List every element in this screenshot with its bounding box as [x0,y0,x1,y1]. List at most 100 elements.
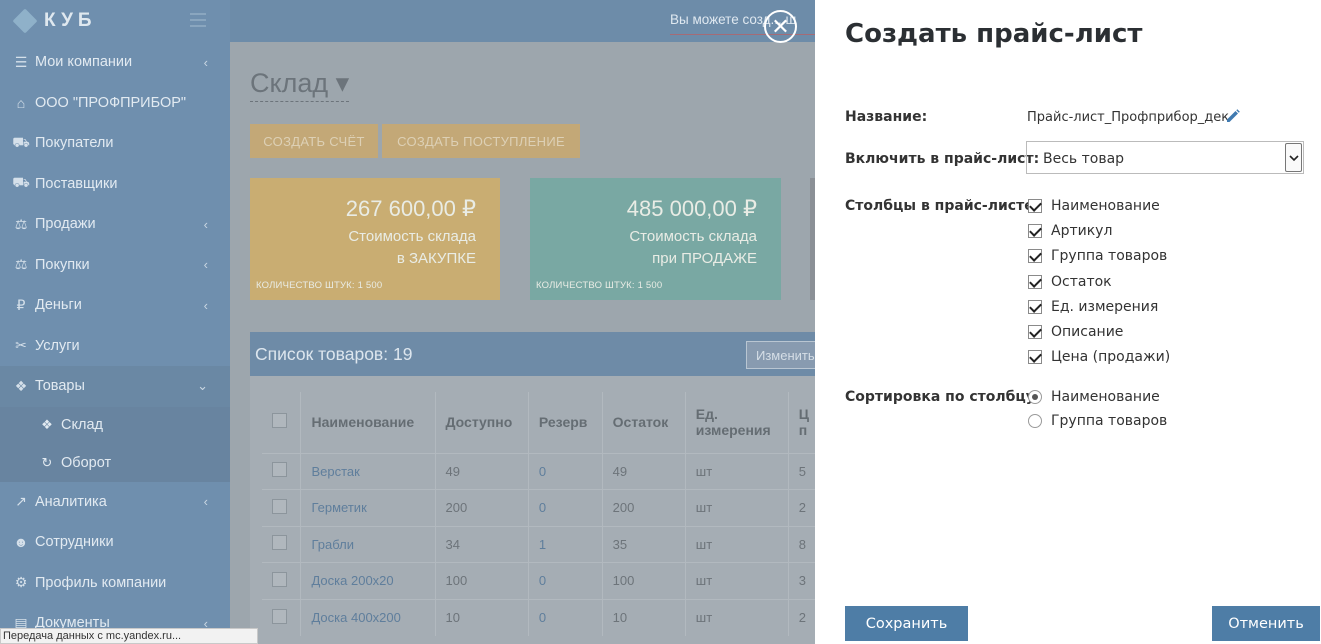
table-cell[interactable]: Герметик [300,489,436,526]
table-cell: 49 [435,452,529,490]
column-option[interactable]: Наименование [1028,196,1160,216]
column-option-label: Остаток [1051,273,1112,290]
page-title[interactable]: Склад ▾ [250,68,350,102]
column-option[interactable]: Ед. измерения [1028,297,1158,317]
hamburger-menu-icon[interactable] [190,13,206,27]
sidebar-item-label: ООО "ПРОФПРИБОР" [35,94,187,111]
row-checkbox[interactable] [272,462,287,478]
sidebar-subitem-warehouse[interactable]: ❖ Склад [0,406,230,444]
sidebar-item-label: Товары [35,378,85,395]
row-checkbox[interactable] [272,571,287,587]
table-cell: шт [685,562,789,599]
pencil-icon[interactable] [1224,108,1242,126]
table-cell[interactable]: Грабли [300,525,436,563]
column-header[interactable]: Доступно [435,392,529,453]
table-cell[interactable]: 0 [528,598,603,636]
close-modal-button[interactable]: ✕ [764,10,797,43]
column-option[interactable]: Группа товаров [1028,246,1167,266]
table-cell[interactable]: Доска 400х200 [300,598,436,636]
save-button[interactable]: Сохранить [845,606,968,641]
users-icon: ☻ [13,534,29,551]
column-checkbox[interactable] [1028,249,1042,264]
sidebar-item-label: Покупки [35,256,90,273]
row-checkbox[interactable] [272,535,287,551]
sidebar-item-users[interactable]: ☻ Сотрудники [0,522,230,563]
table-cell[interactable]: Верстак [300,452,436,490]
column-checkbox[interactable] [1028,350,1042,365]
table-cell: 200 [435,489,529,526]
column-header[interactable]: Остаток [602,392,686,453]
sidebar-item-label: Поставщики [35,175,118,192]
sidebar-item-tools[interactable]: ✂ Услуги [0,326,230,367]
row-select-cell [262,525,302,563]
sidebar-item-list[interactable]: ☰ Мои компании ‹ [0,42,230,83]
modal-title: Создать прайс-лист [845,19,1143,49]
table-row[interactable]: Доска 200х20 100 0 100 шт 3 [262,562,821,599]
table-cell: 34 [435,525,529,563]
tools-icon: ✂ [15,337,27,354]
column-checkbox[interactable] [1028,224,1042,239]
stat-line2: в ЗАКУПКЕ [396,250,476,267]
include-select-value: Весь товар [1043,151,1125,167]
goods-table-header: Список товаров: 19 Изменить [250,332,826,376]
sidebar-item-sales[interactable]: ⚖ Продажи ‹ [0,204,230,245]
change-button[interactable]: Изменить [746,341,826,369]
create-receipt-button[interactable]: СОЗДАТЬ ПОСТУПЛЕНИЕ [382,124,580,158]
chevron-icon: ‹ [203,494,208,510]
chevron-icon: ‹ [203,297,208,313]
column-option-label: Артикул [1051,223,1113,240]
table-cell[interactable]: 0 [528,562,603,599]
cancel-button[interactable]: Отменить [1212,606,1320,641]
table-cell: 200 [602,489,686,526]
include-select[interactable]: Весь товар [1026,141,1304,174]
sidebar-item-cart[interactable]: ⛟ Покупатели [0,123,230,164]
sidebar-item-gear[interactable]: ⚙ Профиль компании [0,563,230,604]
cube-logo-icon [12,8,38,34]
column-checkbox[interactable] [1028,199,1042,213]
column-checkbox[interactable] [1028,274,1042,289]
chart-icon: ↗ [15,493,27,510]
column-option[interactable]: Цена (продажи) [1028,347,1170,367]
sidebar-item-label: Услуги [35,337,80,354]
column-option[interactable]: Описание [1028,322,1123,342]
column-checkbox[interactable] [1028,325,1042,339]
column-header[interactable]: Ед. измерения [685,392,789,453]
sort-option[interactable]: Наименование [1028,387,1160,407]
row-checkbox[interactable] [272,608,287,624]
sort-option[interactable]: Группа товаров [1028,411,1167,431]
sidebar-item-purchases[interactable]: ⚖ Покупки ‹ [0,245,230,286]
column-option[interactable]: Артикул [1028,221,1112,241]
cart-icon: ⛟ [12,133,30,150]
table-cell: 35 [602,525,686,563]
table-row[interactable]: Доска 400х200 10 0 10 шт 2 [262,598,821,636]
sort-radio[interactable] [1028,413,1042,428]
create-invoice-button[interactable]: СОЗДАТЬ СЧЁТ [250,124,378,158]
chevron-down-icon[interactable] [1285,143,1302,172]
row-select-cell [262,598,302,636]
sort-radio[interactable] [1028,390,1042,404]
column-option[interactable]: Остаток [1028,272,1112,292]
table-cell: шт [685,452,789,490]
sidebar-item-boxes[interactable]: ❖ Товары ⌄ [0,366,230,407]
refresh-icon: ↻ [41,454,53,470]
select-all-checkbox[interactable] [272,413,287,429]
table-row[interactable]: Грабли 34 1 35 шт 8 [262,525,821,563]
sidebar-item-chart[interactable]: ↗ Аналитика ‹ [0,482,230,523]
column-header[interactable]: Резерв [528,392,603,453]
column-header[interactable]: Наименование [300,392,436,453]
table-row[interactable]: Герметик 200 0 200 шт 2 [262,489,821,526]
sidebar-item-home[interactable]: ⌂ ООО "ПРОФПРИБОР" [0,83,230,124]
column-option-label: Описание [1051,324,1124,340]
sidebar-item-ruble[interactable]: ₽ Деньги ‹ [0,285,230,326]
price-list-modal: Создать прайс-лист Название: Прайс-лист_… [815,0,1321,644]
row-checkbox[interactable] [272,498,287,514]
table-cell[interactable]: Доска 200х20 [300,562,436,599]
sidebar-item-truck[interactable]: ⛟ Поставщики [0,164,230,205]
column-checkbox[interactable] [1028,299,1042,314]
sidebar-subitem-turnover[interactable]: ↻ Оборот [0,444,230,482]
stat-amount: 267 600,00 ₽ [345,196,476,221]
table-cell[interactable]: 1 [528,525,603,563]
table-cell[interactable]: 0 [528,452,603,490]
table-cell[interactable]: 0 [528,489,603,526]
table-row[interactable]: Верстак 49 0 49 шт 5 [262,452,821,490]
